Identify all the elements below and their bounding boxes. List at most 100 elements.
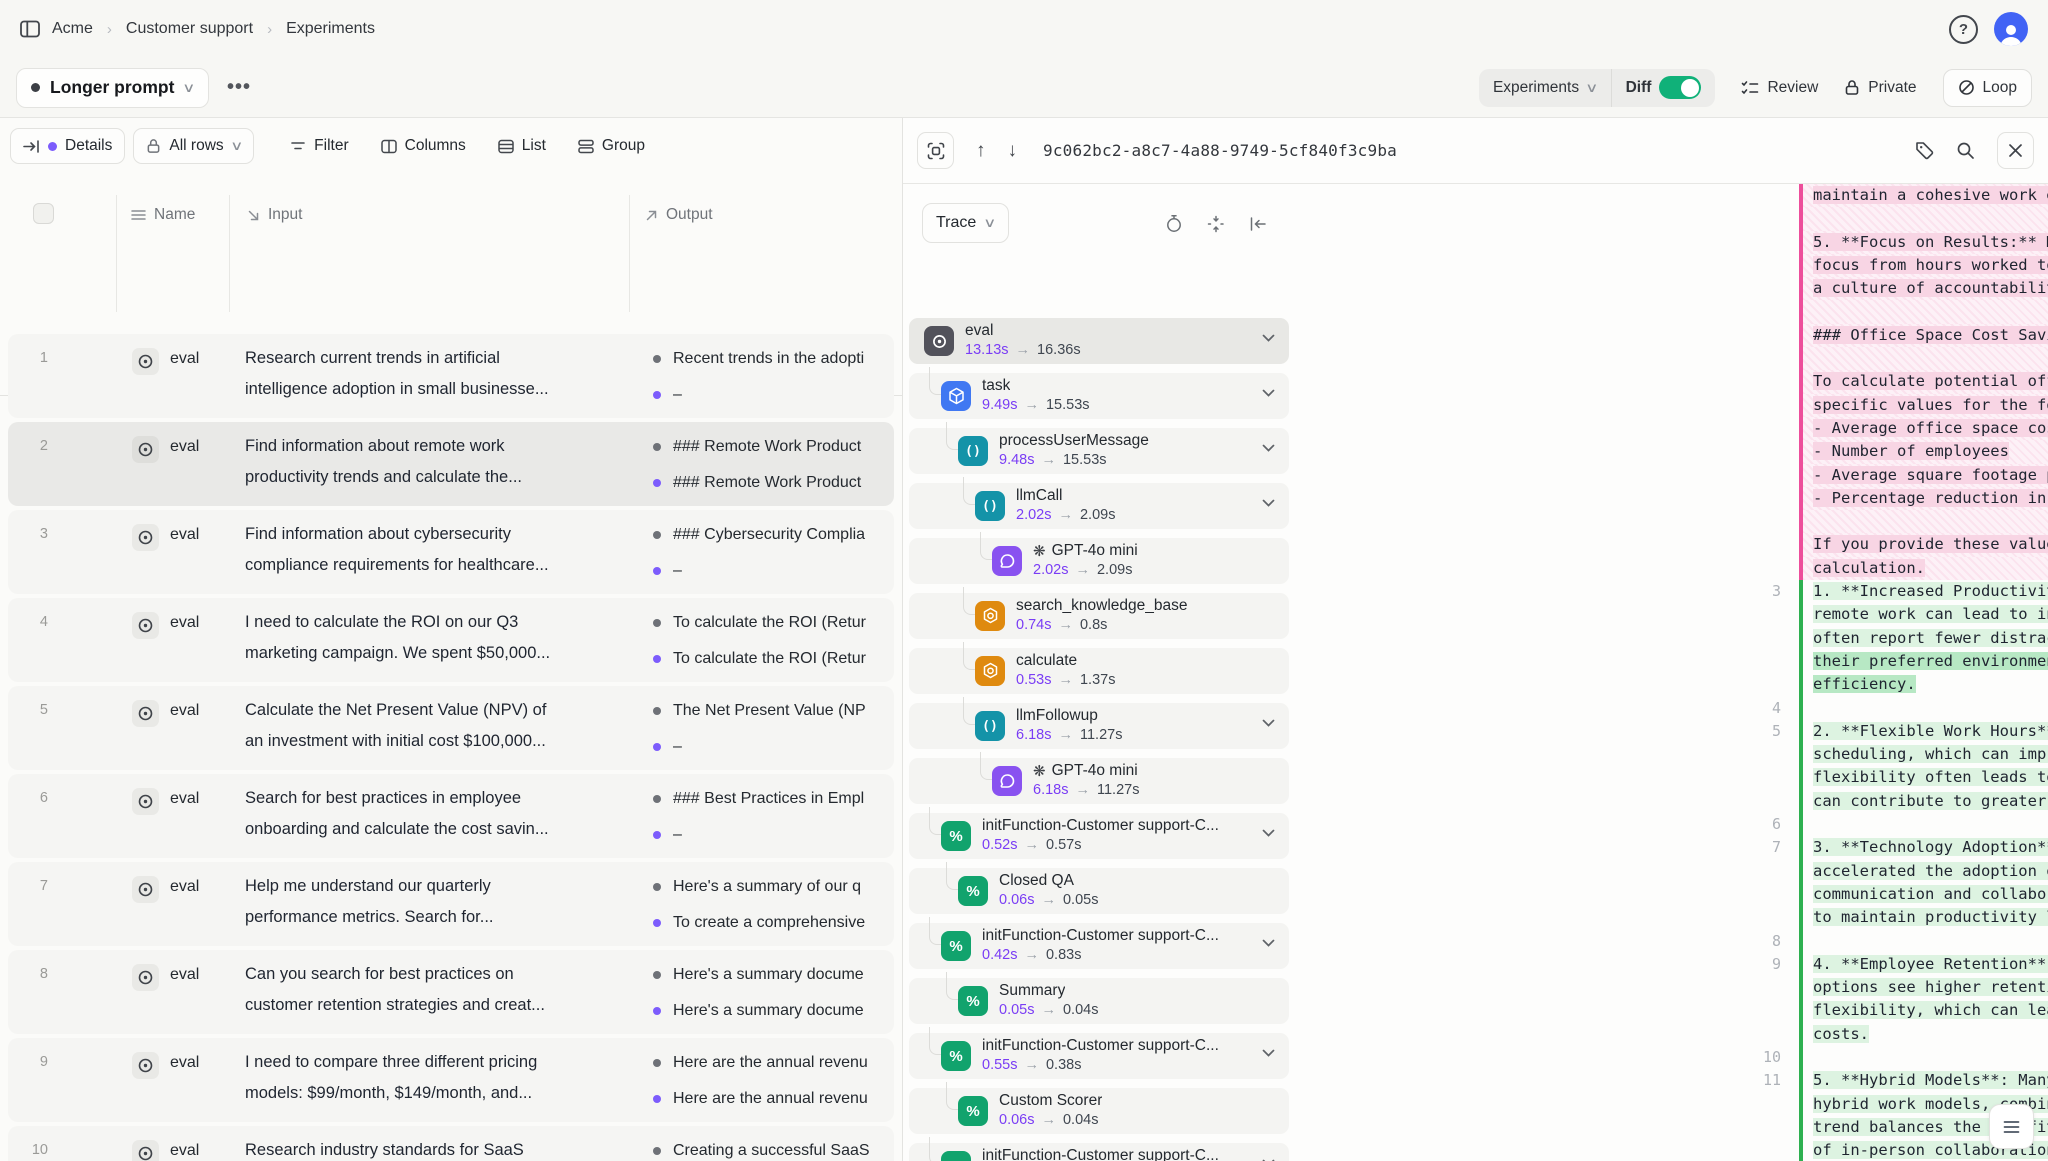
tree-connector — [929, 367, 941, 395]
table-row[interactable]: 2 eval Find information about remote wor… — [8, 422, 894, 506]
tree-connector — [929, 807, 941, 835]
tree-connector — [963, 697, 975, 725]
cell-input: Find information about cybersecurity com… — [245, 519, 623, 585]
line-number — [1348, 860, 1799, 883]
details-button[interactable]: Details — [10, 128, 125, 164]
private-button[interactable]: Private — [1844, 79, 1916, 97]
experiment-selector[interactable]: Longer prompt ∨ — [16, 68, 209, 108]
chevron-down-icon[interactable] — [1262, 939, 1275, 947]
trace-span-row[interactable]: % Summary 0.05s→0.04s — [909, 978, 1289, 1024]
line-number — [1348, 1093, 1799, 1116]
added-text: options see higher retention rates. Empl… — [1799, 976, 2048, 999]
table-row[interactable]: 9 eval I need to compare three different… — [8, 1038, 894, 1122]
trace-span-row[interactable]: % initFunction-Customer support-C... 3.6… — [909, 1143, 1289, 1161]
help-icon[interactable]: ? — [1949, 15, 1978, 44]
review-button[interactable]: Review — [1741, 79, 1818, 97]
diff-toggle[interactable] — [1659, 76, 1701, 99]
line-number — [1348, 394, 1799, 417]
diff-line: communication and collaboration. This tr… — [1348, 883, 2048, 906]
line-number — [1348, 487, 1799, 510]
sidebar-toggle-icon[interactable] — [20, 20, 40, 38]
span-times: 6.18s→11.27s — [1033, 782, 1139, 798]
chevron-down-icon[interactable] — [1262, 719, 1275, 727]
table-row[interactable]: 6 eval Search for best practices in empl… — [8, 774, 894, 858]
arrow-right-icon: → — [1017, 397, 1046, 413]
tree-connector — [929, 1137, 941, 1161]
trace-span-row[interactable]: calculate 0.53s→1.37s — [909, 648, 1289, 694]
column-header-output[interactable]: Output — [645, 206, 713, 224]
table-row[interactable]: 10 eval Research industry standards for … — [8, 1126, 894, 1161]
table-row[interactable]: 5 eval Calculate the Net Present Value (… — [8, 686, 894, 770]
table-row[interactable]: 8 eval Can you search for best practices… — [8, 950, 894, 1034]
select-all-checkbox[interactable] — [33, 203, 54, 224]
filter-button[interactable]: Filter — [278, 128, 360, 164]
chevron-down-icon[interactable] — [1262, 829, 1275, 837]
row-number: 5 — [8, 702, 48, 718]
search-icon[interactable] — [1956, 141, 1975, 160]
breadcrumb-project[interactable]: Customer support — [126, 20, 253, 38]
loop-button[interactable]: Loop — [1943, 69, 2032, 107]
diff-line: - Average square footage per employee — [1348, 464, 2048, 487]
chevron-down-icon[interactable] — [1262, 499, 1275, 507]
output-line-1: ### Cybersecurity Complia — [653, 524, 892, 546]
table-row[interactable]: 1 eval Research current trends in artifi… — [8, 334, 894, 418]
table-row[interactable]: 3 eval Find information about cybersecur… — [8, 510, 894, 594]
trace-span-row[interactable]: () processUserMessage 9.48s→15.53s — [909, 428, 1289, 474]
cell-name-label: eval — [170, 790, 199, 808]
arrow-right-icon: → — [1068, 562, 1097, 578]
collapse-spans-icon[interactable] — [1207, 214, 1225, 233]
deleted-text — [1799, 347, 2048, 370]
duration-icon[interactable] — [1165, 214, 1183, 233]
trace-span-row[interactable]: () llmFollowup 6.18s→11.27s — [909, 703, 1289, 749]
trace-span-row[interactable]: task 9.49s→15.53s — [909, 373, 1289, 419]
span-name: Custom Scorer — [999, 1092, 1102, 1110]
trace-span-row[interactable]: % Closed QA 0.06s→0.05s — [909, 868, 1289, 914]
trace-span-row[interactable]: ❋GPT-4o mini 2.02s→2.09s — [909, 538, 1289, 584]
added-text: flexibility, which can lead to reduced t… — [1799, 999, 2048, 1022]
tag-icon[interactable] — [1915, 141, 1934, 160]
expand-output-icon[interactable] — [1989, 1104, 2034, 1149]
table-row[interactable]: 7 eval Help me understand our quarterly … — [8, 862, 894, 946]
trace-span-row[interactable]: % Custom Scorer 0.06s→0.04s — [909, 1088, 1289, 1134]
list-button[interactable]: List — [486, 128, 558, 164]
trace-span-row[interactable]: % initFunction-Customer support-C... 0.5… — [909, 813, 1289, 859]
tree-connector — [929, 917, 941, 945]
view-selector[interactable]: Experiments ∨ — [1479, 69, 1611, 107]
all-rows-button[interactable]: All rows ∨ — [133, 128, 254, 164]
avatar[interactable] — [1994, 12, 2028, 46]
cell-input: Research current trends in artificial in… — [245, 343, 623, 409]
trace-header: ↑ ↓ 9c062bc2-a8c7-4a88-9749-5cf840f3c9ba — [903, 118, 2048, 184]
span-icon: () — [958, 436, 988, 466]
group-button[interactable]: Group — [566, 128, 657, 164]
next-row-icon[interactable]: ↓ — [1008, 140, 1018, 162]
table-row[interactable]: 4 eval I need to calculate the ROI on ou… — [8, 598, 894, 682]
chevron-down-icon[interactable] — [1262, 389, 1275, 397]
trace-view-selector[interactable]: Trace ∨ — [922, 203, 1009, 243]
eval-chip — [132, 700, 159, 727]
span-compare-duration: 2.09s — [1097, 562, 1132, 578]
column-header-name[interactable]: Name — [131, 206, 195, 224]
chevron-down-icon[interactable] — [1262, 444, 1275, 452]
breadcrumb-workspace[interactable]: Acme — [52, 20, 93, 38]
trace-span-row[interactable]: % initFunction-Customer support-C... 0.4… — [909, 923, 1289, 969]
span-times: 0.05s→0.04s — [999, 1002, 1098, 1018]
trace-span-row[interactable]: search_knowledge_base 0.74s→0.8s — [909, 593, 1289, 639]
more-options-icon[interactable]: ••• — [227, 76, 251, 99]
breadcrumb-section[interactable]: Experiments — [286, 20, 375, 38]
trace-span-row[interactable]: eval 13.13s→16.36s — [909, 318, 1289, 364]
collapse-panel-icon[interactable] — [1249, 214, 1267, 233]
trace-span-row[interactable]: ❋GPT-4o mini 6.18s→11.27s — [909, 758, 1289, 804]
chevron-down-icon[interactable] — [1262, 1049, 1275, 1057]
expand-trace-icon[interactable] — [917, 132, 954, 169]
previous-row-icon[interactable]: ↑ — [976, 140, 986, 162]
column-header-input[interactable]: Input — [247, 206, 302, 224]
chevron-down-icon[interactable] — [1262, 334, 1275, 342]
span-duration: 9.48s — [999, 452, 1034, 468]
close-icon[interactable] — [1997, 132, 2034, 169]
trace-span-row[interactable]: () llmCall 2.02s→2.09s — [909, 483, 1289, 529]
deleted-text: ### Office Space Cost Savings Calculatio… — [1799, 324, 2048, 347]
trace-span-row[interactable]: % initFunction-Customer support-C... 0.5… — [909, 1033, 1289, 1079]
cell-input: Search for best practices in employee on… — [245, 783, 623, 849]
line-number: 10 — [1348, 1046, 1799, 1069]
columns-button[interactable]: Columns — [369, 128, 478, 164]
